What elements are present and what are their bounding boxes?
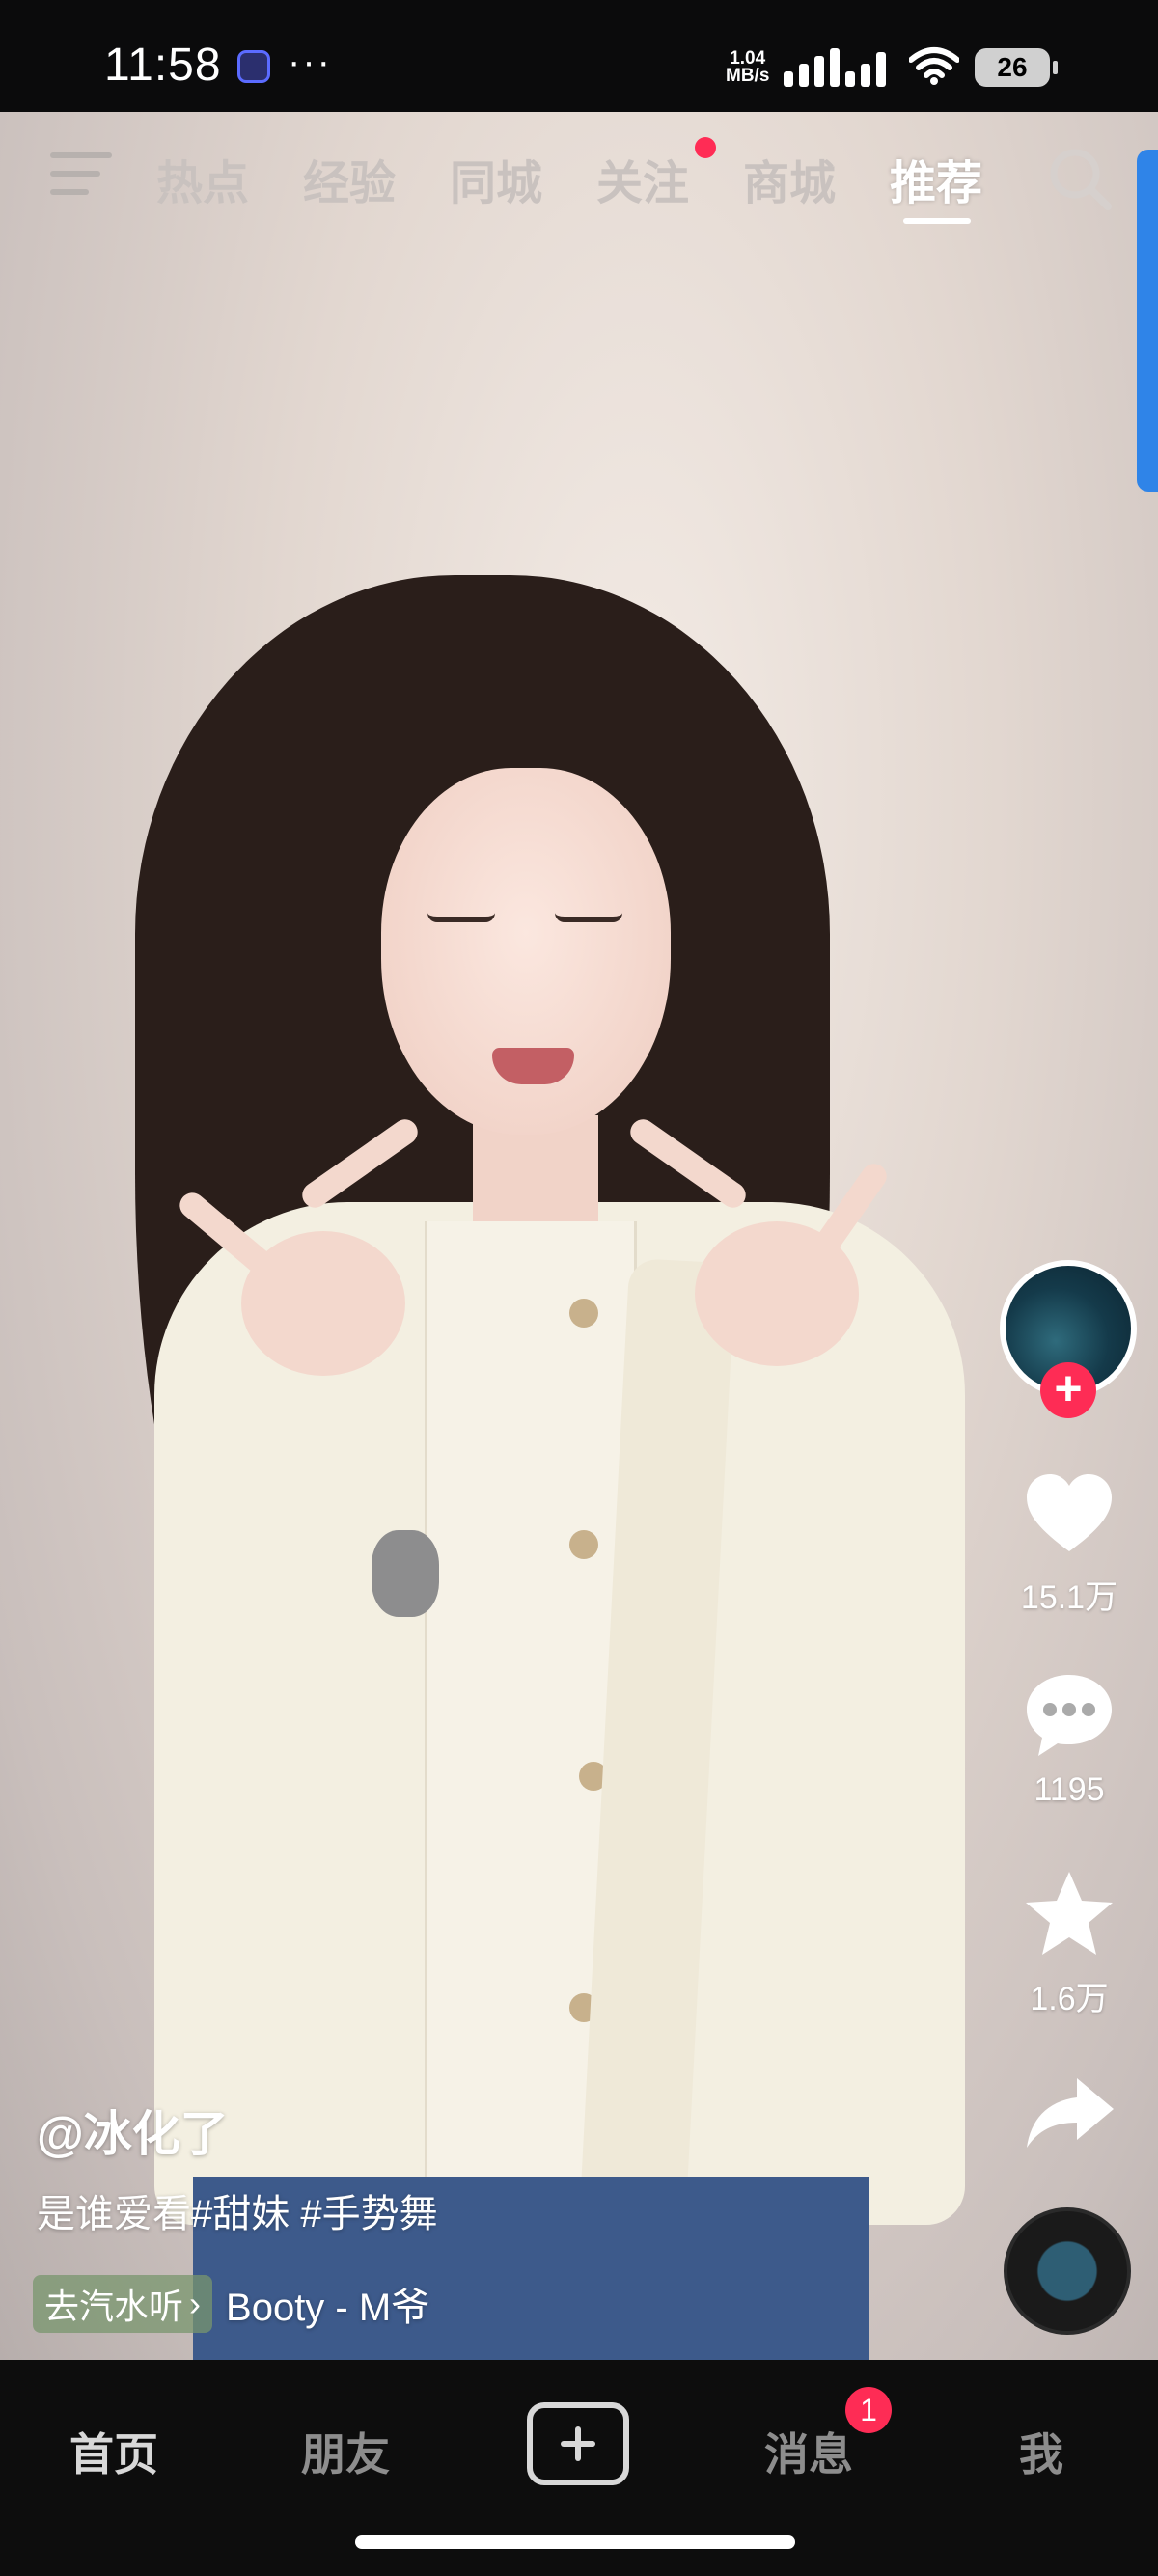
video-player[interactable]	[0, 112, 1158, 2360]
heart-icon[interactable]	[1021, 1466, 1117, 1563]
comment-count: 1195	[1034, 1771, 1105, 1808]
tab-nearby[interactable]: 同城	[450, 145, 542, 212]
battery-indicator: 26	[975, 48, 1058, 87]
status-time: 11:58	[104, 40, 222, 91]
nav-friends[interactable]: 朋友	[301, 2420, 390, 2483]
favorite-count: 1.6万	[1030, 1981, 1109, 2017]
home-indicator[interactable]	[355, 2535, 795, 2549]
brooch	[372, 1530, 439, 1617]
star-icon[interactable]	[1021, 1866, 1117, 1962]
app-notification-icon	[237, 50, 270, 83]
like-count: 15.1万	[1020, 1579, 1118, 1616]
cardigan-button	[569, 1299, 598, 1328]
tab-following[interactable]: 关注	[596, 145, 689, 212]
open-in-music-app-badge[interactable]: 去汽水听 ›	[33, 2275, 213, 2333]
follow-button[interactable]: +	[1040, 1362, 1096, 1418]
add-icon[interactable]	[527, 2402, 629, 2485]
music-badge-label: 去汽水听	[44, 2287, 184, 2326]
share-icon[interactable]	[1021, 2065, 1117, 2161]
active-tab-underline	[903, 218, 971, 224]
tab-hot[interactable]: 热点	[156, 145, 249, 212]
eye	[427, 913, 495, 922]
signal-icon	[784, 48, 886, 87]
nav-me[interactable]: 我	[1019, 2420, 1063, 2483]
chevron-right-icon: ›	[189, 2284, 202, 2323]
music-disc-icon[interactable]	[1004, 2207, 1131, 2335]
eye	[555, 913, 622, 922]
search-icon[interactable]	[1046, 145, 1116, 214]
comment-icon[interactable]	[1021, 1667, 1117, 1764]
video-subject-face	[381, 768, 671, 1135]
message-badge: 1	[845, 2387, 892, 2433]
network-speed: 1.04 MB/s	[726, 49, 770, 86]
music-title[interactable]: Booty - M爷	[226, 2276, 429, 2332]
wifi-icon	[909, 47, 959, 85]
menu-icon[interactable]	[50, 152, 112, 201]
tab-mall[interactable]: 商城	[743, 145, 836, 212]
tab-experience[interactable]: 经验	[303, 145, 396, 212]
status-bar: 11:58 ··· 1.04 MB/s 26	[0, 0, 1158, 112]
network-speed-unit: MB/s	[726, 66, 770, 86]
following-new-dot	[695, 137, 716, 158]
video-description[interactable]: 是谁爱看#甜妹 #手势舞	[37, 2182, 438, 2238]
cardigan-button	[569, 1530, 598, 1559]
tab-recommend[interactable]: 推荐	[890, 145, 982, 212]
mouth	[492, 1048, 574, 1084]
nav-messages[interactable]: 消息	[764, 2420, 853, 2483]
author-name[interactable]: @冰化了	[37, 2096, 229, 2165]
more-notifications-indicator: ···	[288, 41, 332, 83]
music-row[interactable]: 去汽水听 › Booty - M爷	[33, 2275, 429, 2333]
edge-scroll-handle[interactable]	[1137, 150, 1158, 492]
nav-home[interactable]: 首页	[69, 2420, 158, 2483]
